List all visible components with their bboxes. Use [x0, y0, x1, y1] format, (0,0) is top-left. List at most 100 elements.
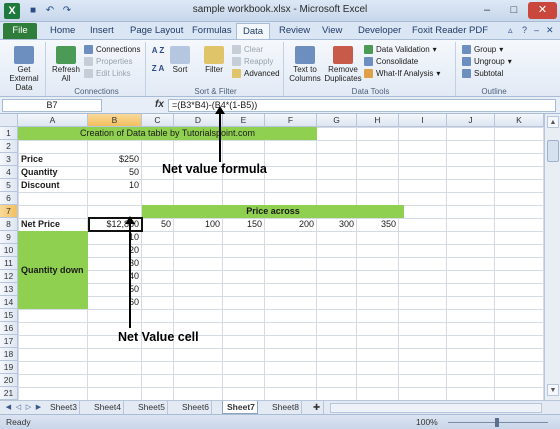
row-header-1[interactable]: 1	[0, 127, 18, 140]
column-header-f[interactable]: F	[265, 114, 317, 127]
remove-duplicates-button[interactable]: Remove Duplicates	[324, 46, 362, 83]
quantity-label-cell[interactable]: Quantity	[21, 166, 58, 179]
sheet-tab-sheet8[interactable]: Sheet8	[268, 401, 302, 414]
subtotal-button[interactable]: Subtotal	[462, 68, 503, 79]
price-across-value-cell[interactable]: 300	[317, 218, 357, 231]
horizontal-scrollbar[interactable]	[330, 403, 542, 413]
zoom-level[interactable]: 100%	[416, 417, 438, 427]
filter-button[interactable]: Filter	[200, 46, 228, 74]
row-header-12[interactable]: 12	[0, 270, 18, 283]
column-header-e[interactable]: E	[223, 114, 265, 127]
tab-home[interactable]: Home	[44, 23, 81, 39]
row-header-16[interactable]: 16	[0, 322, 18, 335]
tab-insert[interactable]: Insert	[84, 23, 120, 39]
column-header-a[interactable]: A	[18, 114, 88, 127]
data-validation-button[interactable]: Data Validation ▾	[364, 44, 437, 55]
quantity-value-cell[interactable]: 50	[88, 166, 142, 179]
quantity-down-value-cell[interactable]: 50	[88, 283, 142, 296]
column-header-b[interactable]: B	[88, 114, 142, 127]
price-across-cell[interactable]: Price across	[142, 205, 404, 218]
row-header-5[interactable]: 5	[0, 179, 18, 192]
tab-formulas[interactable]: Formulas	[186, 23, 238, 39]
minimize-button[interactable]: –	[474, 2, 500, 19]
text-to-columns-button[interactable]: Text to Columns	[288, 46, 322, 83]
discount-label-cell[interactable]: Discount	[21, 179, 60, 192]
tab-page-layout[interactable]: Page Layout	[124, 23, 189, 39]
row-header-7[interactable]: 7	[0, 205, 18, 218]
quantity-down-cell[interactable]: Quantity down	[18, 231, 88, 309]
what-if-analysis-button[interactable]: What-If Analysis ▾	[364, 68, 440, 79]
quantity-down-value-cell[interactable]: 40	[88, 270, 142, 283]
tab-data[interactable]: Data	[236, 23, 271, 39]
price-value-cell[interactable]: $250	[88, 153, 142, 166]
column-header-d[interactable]: D	[174, 114, 223, 127]
ribbon-minimize-icon[interactable]: ▵	[508, 25, 513, 36]
scroll-up-icon[interactable]: ▲	[547, 116, 559, 128]
scroll-down-icon[interactable]: ▼	[547, 384, 559, 396]
row-header-15[interactable]: 15	[0, 309, 18, 322]
sheet-tab-sheet3[interactable]: Sheet3	[46, 401, 80, 414]
net-price-label-cell[interactable]: Net Price	[21, 218, 60, 231]
consolidate-button[interactable]: Consolidate	[364, 56, 418, 67]
quantity-down-value-cell[interactable]: 60	[88, 296, 142, 309]
connections-button[interactable]: Connections	[84, 44, 140, 55]
reapply-button[interactable]: Reapply	[232, 56, 273, 67]
refresh-all-button[interactable]: Refresh All	[50, 46, 82, 83]
name-box[interactable]: B7	[2, 99, 102, 112]
row-header-21[interactable]: 21	[0, 387, 18, 400]
workbook-close-icon[interactable]: ✕	[546, 25, 554, 36]
row-header-6[interactable]: 6	[0, 192, 18, 205]
row-header-3[interactable]: 3	[0, 153, 18, 166]
column-header-j[interactable]: J	[447, 114, 495, 127]
tab-foxit-reader-pdf[interactable]: Foxit Reader PDF	[406, 23, 494, 39]
first-sheet-icon[interactable]: ◀	[4, 403, 13, 413]
insert-sheet-icon[interactable]: ✚	[310, 401, 325, 414]
quantity-down-value-cell[interactable]: 30	[88, 257, 142, 270]
column-header-g[interactable]: G	[317, 114, 357, 127]
row-header-19[interactable]: 19	[0, 361, 18, 374]
row-header-9[interactable]: 9	[0, 231, 18, 244]
workbook-minimize-icon[interactable]: –	[534, 25, 539, 35]
quantity-down-value-cell[interactable]: 10	[88, 231, 142, 244]
price-across-value-cell[interactable]: 50	[142, 218, 174, 231]
tab-file[interactable]: File	[3, 23, 37, 39]
tab-developer[interactable]: Developer	[352, 23, 407, 39]
column-header-k[interactable]: K	[495, 114, 544, 127]
cell-area[interactable]: Creation of Data table by Tutorialspoint…	[18, 127, 544, 400]
help-icon[interactable]: ?	[522, 25, 527, 35]
row-header-8[interactable]: 8	[0, 218, 18, 231]
select-all-corner[interactable]	[0, 114, 18, 127]
row-header-20[interactable]: 20	[0, 374, 18, 387]
close-button[interactable]: ✕	[528, 2, 557, 19]
price-across-value-cell[interactable]: 100	[174, 218, 223, 231]
tab-view[interactable]: View	[316, 23, 348, 39]
edit-links-button[interactable]: Edit Links	[84, 68, 131, 79]
sheet-tab-sheet4[interactable]: Sheet4	[90, 401, 124, 414]
quantity-down-value-cell[interactable]: 20	[88, 244, 142, 257]
sheet-tab-sheet6[interactable]: Sheet6	[178, 401, 212, 414]
insert-function-icon[interactable]: fx	[155, 99, 164, 110]
column-header-h[interactable]: H	[357, 114, 399, 127]
maximize-button[interactable]: □	[501, 2, 527, 19]
zoom-slider-knob[interactable]	[495, 418, 499, 427]
sort-descending-button[interactable]: Z A	[150, 64, 166, 73]
price-across-value-cell[interactable]: 350	[357, 218, 399, 231]
title-cell[interactable]: Creation of Data table by Tutorialspoint…	[18, 127, 317, 140]
scroll-thumb[interactable]	[547, 140, 559, 162]
row-header-13[interactable]: 13	[0, 283, 18, 296]
price-across-value-cell[interactable]: 150	[223, 218, 265, 231]
sheet-tab-sheet5[interactable]: Sheet5	[134, 401, 168, 414]
advanced-button[interactable]: Advanced	[232, 68, 280, 79]
prev-sheet-icon[interactable]: ◁	[14, 403, 23, 413]
row-header-14[interactable]: 14	[0, 296, 18, 309]
sort-ascending-button[interactable]: A Z	[150, 46, 166, 55]
row-header-11[interactable]: 11	[0, 257, 18, 270]
group-button[interactable]: Group ▾	[462, 44, 503, 55]
properties-button[interactable]: Properties	[84, 56, 132, 67]
last-sheet-icon[interactable]: ▶	[34, 403, 43, 413]
sheet-tab-sheet7[interactable]: Sheet7	[222, 401, 258, 414]
price-across-value-cell[interactable]: 200	[265, 218, 317, 231]
vertical-scrollbar[interactable]: ▲ ▼	[544, 114, 560, 400]
sort-button[interactable]: Sort	[168, 46, 192, 74]
tab-review[interactable]: Review	[273, 23, 316, 39]
